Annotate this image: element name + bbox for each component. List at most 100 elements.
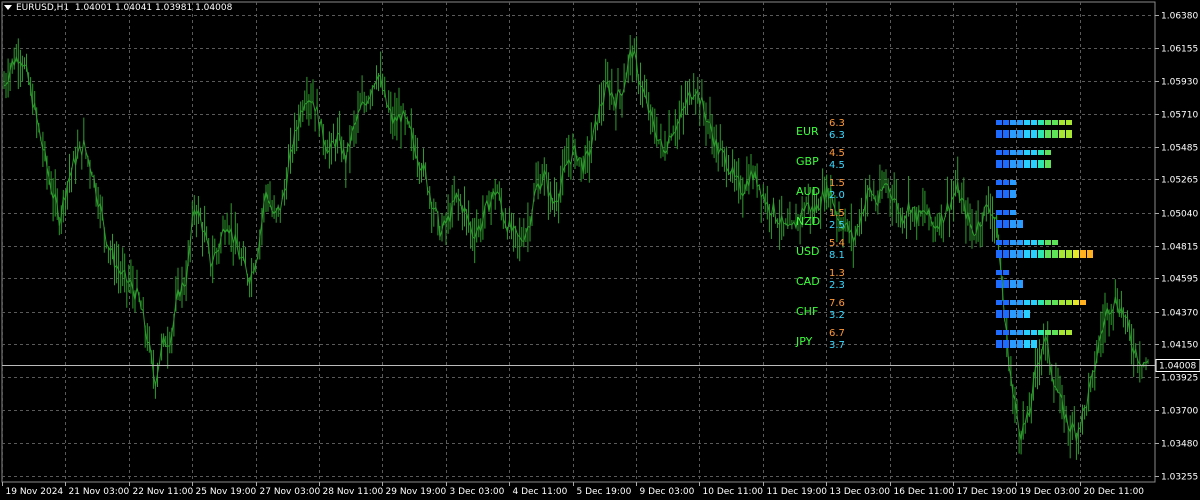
x-tick-label: 19 Dec 03:00 <box>1020 487 1081 497</box>
currency-label: EUR <box>796 125 819 138</box>
strength-segment <box>1024 310 1030 318</box>
strength-segment <box>1017 280 1023 288</box>
strength-segment <box>1003 150 1009 155</box>
strength-segment <box>1038 150 1044 155</box>
price-axis: 1.06380 1.06155 1.05930 1.05710 1.05485 1.052… <box>1155 12 1198 483</box>
strength-segment <box>996 340 1002 348</box>
strength-value-secondary: 6.3 <box>829 130 845 141</box>
y-tick-label: 1.03480 <box>1161 440 1198 450</box>
y-tick-label: 1.05265 <box>1161 176 1198 186</box>
y-tick-label: 1.03925 <box>1161 374 1198 384</box>
strength-segment <box>1017 160 1023 168</box>
price-line <box>3 49 1149 442</box>
x-tick-label: 9 Dec 03:00 <box>640 487 695 497</box>
strength-value-primary: 1.3 <box>829 268 845 279</box>
x-tick-label: 10 Dec 11:00 <box>703 487 764 497</box>
strength-segment <box>1010 330 1016 335</box>
strength-segment <box>1017 300 1023 305</box>
strength-value-primary: 1.5 <box>829 178 845 189</box>
strength-segment <box>996 310 1002 318</box>
strength-segment <box>1045 160 1051 168</box>
currency-label: JPY <box>795 335 813 348</box>
strength-segment <box>1038 160 1044 168</box>
strength-segment <box>1017 150 1023 155</box>
strength-segment <box>996 270 1002 275</box>
strength-segment <box>1003 190 1009 198</box>
y-tick-label: 1.04815 <box>1161 243 1198 253</box>
strength-segment <box>1045 240 1051 245</box>
strength-segment <box>1045 120 1051 125</box>
price-series <box>3 35 1149 460</box>
current-price-marker: 1.04008 <box>2 359 1200 372</box>
strength-segment <box>1017 130 1023 138</box>
x-tick-label: 20 Dec 11:00 <box>1084 487 1145 497</box>
strength-segment <box>1024 340 1030 348</box>
strength-segment <box>1038 120 1044 125</box>
strength-segment <box>1010 340 1016 348</box>
strength-segment <box>1003 120 1009 125</box>
y-tick-label: 1.06155 <box>1161 45 1198 55</box>
currency-label: AUD <box>796 185 820 198</box>
strength-segment <box>1045 130 1051 138</box>
strength-value-primary: 5.4 <box>829 238 845 249</box>
y-tick-label: 1.04595 <box>1161 275 1198 285</box>
y-tick-label: 1.04150 <box>1161 341 1198 351</box>
currency-label: CAD <box>796 275 820 288</box>
strength-segment <box>1066 130 1072 138</box>
strength-segment <box>1031 250 1037 258</box>
strength-value-secondary: 2.5 <box>829 220 845 231</box>
strength-segment <box>1052 240 1058 245</box>
strength-value-primary: 6.3 <box>829 118 845 129</box>
strength-segment <box>996 120 1002 125</box>
strength-segment <box>1010 220 1016 228</box>
strength-segment <box>1010 160 1016 168</box>
strength-segment <box>1073 300 1079 305</box>
strength-segment <box>1052 120 1058 125</box>
strength-segment <box>1003 220 1009 228</box>
strength-value-secondary: 4.5 <box>829 160 845 171</box>
strength-segment <box>1038 300 1044 305</box>
strength-segment <box>1059 130 1065 138</box>
strength-segment <box>996 210 1002 215</box>
price-chart[interactable]: 1.06380 1.06155 1.05930 1.05710 1.05485 1.052… <box>0 0 1200 500</box>
strength-segment <box>1010 130 1016 138</box>
strength-segment <box>1017 340 1023 348</box>
y-tick-label: 1.05710 <box>1161 111 1198 121</box>
x-tick-label: 27 Nov 03:00 <box>260 487 321 497</box>
y-tick-label: 1.03700 <box>1161 407 1198 417</box>
strength-segment <box>1031 240 1037 245</box>
strength-segment <box>1003 270 1009 275</box>
x-tick-label: 4 Dec 11:00 <box>513 487 568 497</box>
strength-segment <box>1031 130 1037 138</box>
strength-segment <box>1003 310 1009 318</box>
strength-segment <box>1017 310 1023 318</box>
strength-segment <box>1031 160 1037 168</box>
strength-segment <box>1017 220 1023 228</box>
x-tick-label: 11 Dec 19:00 <box>767 487 828 497</box>
strength-value-secondary: 8.1 <box>829 250 845 261</box>
strength-segment <box>1066 120 1072 125</box>
x-tick-label: 5 Dec 19:00 <box>577 487 632 497</box>
y-tick-label: 1.05930 <box>1161 78 1198 88</box>
strength-segment <box>1024 130 1030 138</box>
strength-segment <box>1087 250 1093 258</box>
strength-segment <box>1073 250 1079 258</box>
strength-segment <box>1080 250 1086 258</box>
strength-segment <box>1031 150 1037 155</box>
strength-segment <box>996 130 1002 138</box>
strength-segment <box>996 330 1002 335</box>
strength-value-primary: 4.5 <box>829 148 845 159</box>
strength-segment <box>1024 250 1030 258</box>
y-tick-label: 1.04370 <box>1161 309 1198 319</box>
strength-segment <box>1003 330 1009 335</box>
strength-value-primary: 6.7 <box>829 328 845 339</box>
strength-segment <box>1038 250 1044 258</box>
strength-segment <box>1003 300 1009 305</box>
strength-segment <box>1066 300 1072 305</box>
x-tick-label: 25 Nov 19:00 <box>196 487 257 497</box>
strength-segment <box>1010 180 1016 185</box>
strength-segment <box>1031 340 1037 348</box>
strength-segment <box>1031 120 1037 125</box>
x-tick-label: 17 Dec 19:00 <box>957 487 1018 497</box>
strength-segment <box>1003 210 1009 215</box>
